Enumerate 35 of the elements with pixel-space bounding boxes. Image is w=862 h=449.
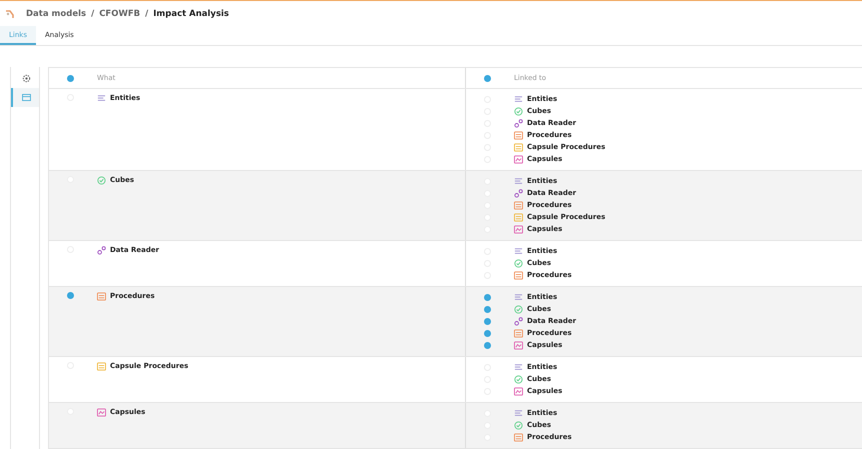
check-circle-icon: [514, 258, 523, 268]
link-radio[interactable]: [484, 330, 490, 336]
image-icon: [514, 386, 523, 396]
breadcrumb-item: Impact Analysis: [153, 8, 229, 18]
gear-icon: [22, 74, 30, 83]
table-icon: [22, 94, 30, 101]
check-circle-icon: [514, 374, 523, 384]
check-circle-icon: [514, 304, 523, 314]
image-icon: [514, 154, 523, 164]
table-view-button[interactable]: [11, 88, 39, 107]
image-icon: [514, 224, 523, 234]
breadcrumb-item[interactable]: Data models: [26, 8, 86, 18]
image-icon: [97, 408, 106, 416]
list-icon: [514, 408, 523, 418]
list-icon: [514, 362, 523, 372]
image-icon: [514, 340, 523, 350]
list-icon: [514, 176, 523, 186]
list-icon: [97, 94, 106, 102]
link-radio[interactable]: [484, 318, 490, 324]
list-icon: [514, 246, 523, 256]
select-all-radio[interactable]: [66, 75, 74, 82]
link-radio[interactable]: [484, 306, 490, 312]
row-radio[interactable]: [66, 292, 74, 299]
breadcrumb-item[interactable]: CFOWFB: [99, 8, 140, 18]
check-circle-icon: [514, 106, 523, 116]
list-icon: [514, 94, 523, 104]
breadcrumb-separator: /: [91, 8, 94, 18]
check-circle-icon: [514, 420, 523, 430]
check-circle-icon: [97, 176, 106, 184]
link-radio[interactable]: [484, 342, 490, 348]
select-all-radio[interactable]: [484, 75, 490, 82]
link-radio[interactable]: [484, 294, 490, 300]
breadcrumb-separator: /: [145, 8, 148, 18]
logo-icon: [5, 8, 15, 18]
list-icon: [514, 292, 523, 302]
